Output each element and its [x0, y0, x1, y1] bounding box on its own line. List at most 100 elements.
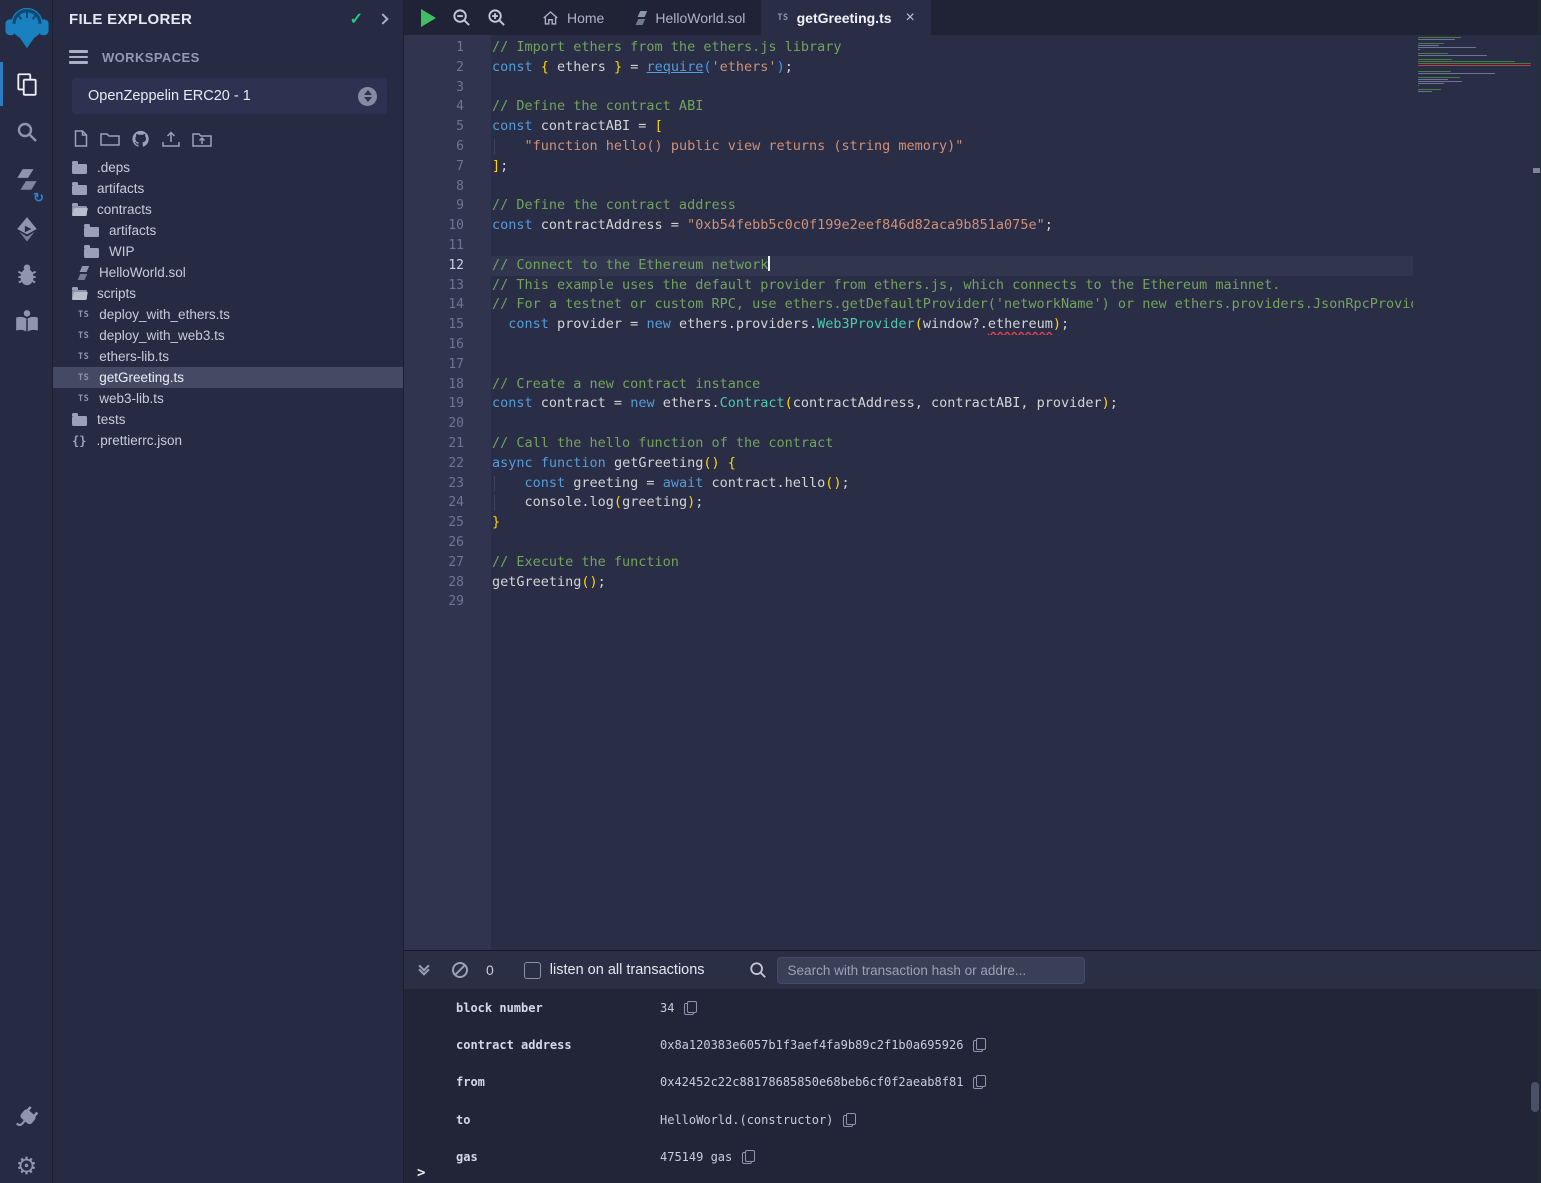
tab-home[interactable]: Home: [526, 0, 620, 35]
line-number: 10: [404, 216, 491, 236]
code-line-14[interactable]: 14 // For a testnet or custom RPC, use e…: [404, 295, 1541, 315]
code-line-12[interactable]: 12 // Connect to the Ethereum network: [404, 256, 1541, 276]
code-line-10[interactable]: 10 const contractAddress = "0xb54febb5c0…: [404, 216, 1541, 236]
upload-file-icon[interactable]: [161, 130, 181, 148]
workspace-dropdown-icon[interactable]: [358, 87, 377, 106]
code-line-28[interactable]: 28 getGreeting();: [404, 573, 1541, 593]
file-explorer-icon[interactable]: [0, 64, 53, 104]
code-line-20[interactable]: 20: [404, 414, 1541, 434]
tree-item-label: .deps: [97, 160, 130, 175]
copy-icon[interactable]: [973, 1075, 985, 1089]
code-line-6[interactable]: 6 "function hello() public view returns …: [404, 137, 1541, 157]
tree-item-label: tests: [97, 412, 126, 427]
code-line-25[interactable]: 25 }: [404, 513, 1541, 533]
code-line-21[interactable]: 21 // Call the hello function of the con…: [404, 434, 1541, 454]
tree-item-artifacts[interactable]: artifacts: [53, 220, 403, 241]
code-line-15[interactable]: 15 const provider = new ethers.providers…: [404, 315, 1541, 335]
code-line-4[interactable]: 4 // Define the contract ABI: [404, 97, 1541, 117]
code-line-9[interactable]: 9 // Define the contract address: [404, 196, 1541, 216]
accept-check-icon[interactable]: ✓: [350, 9, 363, 29]
tab-helloworld-sol[interactable]: HelloWorld.sol: [620, 0, 761, 35]
new-file-icon[interactable]: [72, 130, 89, 148]
upload-folder-icon[interactable]: [192, 131, 212, 148]
code-line-13[interactable]: 13 // This example uses the default prov…: [404, 276, 1541, 296]
tx-detail-row: block number 34: [404, 989, 1541, 1026]
search-icon[interactable]: [0, 114, 53, 150]
tree-item-label: artifacts: [109, 223, 156, 238]
explorer-toolbar: [53, 114, 403, 154]
line-number: 2: [404, 58, 491, 78]
tree-item-getGreeting.ts[interactable]: TS getGreeting.ts: [53, 367, 403, 388]
zoom-in-icon[interactable]: [487, 8, 506, 27]
right-edge-strip: [1537, 0, 1541, 1183]
deploy-run-icon[interactable]: [0, 210, 53, 248]
tab-label: HelloWorld.sol: [655, 10, 745, 26]
settings-icon[interactable]: ⚙: [0, 1150, 53, 1183]
minimap[interactable]: [1418, 37, 1533, 95]
code-line-19[interactable]: 19 const contract = new ethers.Contract(…: [404, 394, 1541, 414]
learneth-icon[interactable]: [0, 303, 53, 341]
tree-item-scripts[interactable]: scripts: [53, 283, 403, 304]
run-script-button[interactable]: [421, 9, 436, 27]
tx-detail-value: 0x42452c22c88178685850e68beb6cf0f2aeab8f…: [660, 1075, 985, 1089]
clear-console-icon[interactable]: [452, 962, 468, 978]
code-line-23[interactable]: 23 const greeting = await contract.hello…: [404, 474, 1541, 494]
tx-detail-value: 34: [660, 1001, 696, 1015]
tree-item-HelloWorld.sol[interactable]: HelloWorld.sol: [53, 262, 403, 283]
line-number: 13: [404, 276, 491, 296]
tx-detail-value: HelloWorld.(constructor): [660, 1113, 855, 1127]
code-line-27[interactable]: 27 // Execute the function: [404, 553, 1541, 573]
code-line-5[interactable]: 5 const contractABI = [: [404, 117, 1541, 137]
tree-item-.prettierrc.json[interactable]: {} .prettierrc.json: [53, 430, 403, 451]
tree-item-tests[interactable]: tests: [53, 409, 403, 430]
copy-icon[interactable]: [742, 1150, 754, 1164]
tree-item-contracts[interactable]: contracts: [53, 199, 403, 220]
collapse-terminal-icon[interactable]: [416, 966, 432, 974]
tab-close-icon[interactable]: ×: [906, 9, 915, 27]
workspace-select[interactable]: OpenZeppelin ERC20 - 1: [72, 78, 387, 114]
code-content: 1 // Import ethers from the ethers.js li…: [404, 35, 1541, 612]
tree-item-label: deploy_with_web3.ts: [99, 328, 224, 343]
tree-item-ethers-lib.ts[interactable]: TS ethers-lib.ts: [53, 346, 403, 367]
new-folder-icon[interactable]: [100, 131, 120, 147]
github-import-icon[interactable]: [131, 130, 150, 148]
code-line-26[interactable]: 26: [404, 533, 1541, 553]
remix-logo[interactable]: [0, 4, 53, 52]
code-editor[interactable]: 1 // Import ethers from the ethers.js li…: [404, 35, 1541, 950]
tree-item-artifacts[interactable]: artifacts: [53, 178, 403, 199]
terminal-scrollbar[interactable]: [1531, 1082, 1539, 1112]
tab-getgreeting-ts[interactable]: TS getGreeting.ts ×: [761, 0, 931, 35]
code-line-2[interactable]: 2 const { ethers } = require('ethers');: [404, 58, 1541, 78]
tree-item-deploy_with_web3.ts[interactable]: TS deploy_with_web3.ts: [53, 325, 403, 346]
debugger-icon[interactable]: [0, 257, 53, 295]
line-number: 27: [404, 553, 491, 573]
code-line-11[interactable]: 11: [404, 236, 1541, 256]
line-number: 4: [404, 97, 491, 117]
copy-icon[interactable]: [684, 1001, 696, 1015]
zoom-out-icon[interactable]: [452, 8, 471, 27]
terminal-search-input[interactable]: [777, 957, 1085, 984]
code-line-24[interactable]: 24 console.log(greeting);: [404, 493, 1541, 513]
code-line-3[interactable]: 3: [404, 78, 1541, 98]
code-line-29[interactable]: 29: [404, 592, 1541, 612]
code-line-1[interactable]: 1 // Import ethers from the ethers.js li…: [404, 38, 1541, 58]
code-line-18[interactable]: 18 // Create a new contract instance: [404, 375, 1541, 395]
solidity-compiler-icon[interactable]: ↻: [0, 158, 53, 202]
plugin-manager-icon[interactable]: [0, 1100, 53, 1136]
code-line-16[interactable]: 16: [404, 335, 1541, 355]
copy-icon[interactable]: [843, 1113, 855, 1127]
tree-item-.deps[interactable]: .deps: [53, 157, 403, 178]
listen-transactions-checkbox[interactable]: [524, 962, 541, 979]
code-line-8[interactable]: 8: [404, 177, 1541, 197]
panel-expand-chevron-icon[interactable]: [377, 13, 388, 24]
copy-icon[interactable]: [973, 1038, 985, 1052]
code-line-7[interactable]: 7 ];: [404, 157, 1541, 177]
workspace-menu-icon[interactable]: [69, 47, 88, 67]
code-line-22[interactable]: 22 async function getGreeting() {: [404, 454, 1541, 474]
code-line-17[interactable]: 17: [404, 355, 1541, 375]
tx-detail-label: contract address: [456, 1038, 660, 1052]
tree-item-WIP[interactable]: WIP: [53, 241, 403, 262]
tree-item-deploy_with_ethers.ts[interactable]: TS deploy_with_ethers.ts: [53, 304, 403, 325]
terminal-prompt[interactable]: >: [417, 1165, 425, 1181]
tree-item-web3-lib.ts[interactable]: TS web3-lib.ts: [53, 388, 403, 409]
